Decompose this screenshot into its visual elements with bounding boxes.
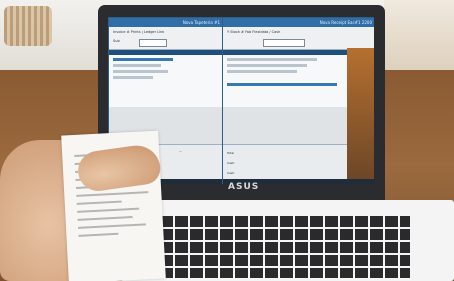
table-row[interactable] bbox=[227, 83, 337, 86]
toolbar-text: Invoice # Prints | Ledger Link bbox=[113, 30, 165, 34]
photo-scene: Nova Tapeteria #1 Invoice # Prints | Led… bbox=[0, 0, 454, 281]
receipt-line bbox=[77, 207, 140, 213]
receipt-line bbox=[76, 191, 149, 197]
toolbar-text: Y Stock # Fab Flexidata / Cash bbox=[227, 30, 281, 34]
table-row[interactable] bbox=[227, 58, 317, 61]
search-field[interactable] bbox=[139, 39, 167, 47]
search-field[interactable] bbox=[263, 39, 305, 47]
background-photo-reflection bbox=[347, 48, 374, 184]
table-row[interactable] bbox=[113, 58, 173, 61]
window-title: Nova Receipt Eac#1 2200 bbox=[223, 18, 374, 27]
pos-window-right: Nova Receipt Eac#1 2200 Y Stock # Fab Fl… bbox=[222, 17, 374, 184]
table-row[interactable] bbox=[227, 64, 307, 67]
cash-label-2: Cash bbox=[227, 171, 235, 175]
table-row[interactable] bbox=[113, 76, 153, 79]
laptop-logo: ASUS bbox=[228, 182, 260, 192]
total-label: Total bbox=[227, 151, 235, 155]
window-toolbar: Y Stock # Fab Flexidata / Cash bbox=[223, 27, 374, 50]
receipt-line bbox=[78, 232, 119, 237]
background-chair bbox=[4, 6, 52, 46]
table-row[interactable] bbox=[227, 70, 297, 73]
table-row[interactable] bbox=[113, 64, 161, 67]
keyboard bbox=[160, 216, 410, 278]
receipt-line bbox=[77, 223, 147, 229]
label: — bbox=[179, 149, 182, 153]
receipt-line bbox=[76, 200, 122, 205]
cash-label: Cash bbox=[227, 161, 235, 165]
table-row[interactable] bbox=[113, 70, 168, 73]
receipt-line bbox=[77, 216, 133, 221]
grid-rows bbox=[109, 55, 223, 107]
window-toolbar: Invoice # Prints | Ledger Link Sub bbox=[109, 27, 223, 50]
toolbar-text-secondary: Sub bbox=[113, 39, 120, 43]
window-title: Nova Tapeteria #1 bbox=[109, 18, 223, 27]
